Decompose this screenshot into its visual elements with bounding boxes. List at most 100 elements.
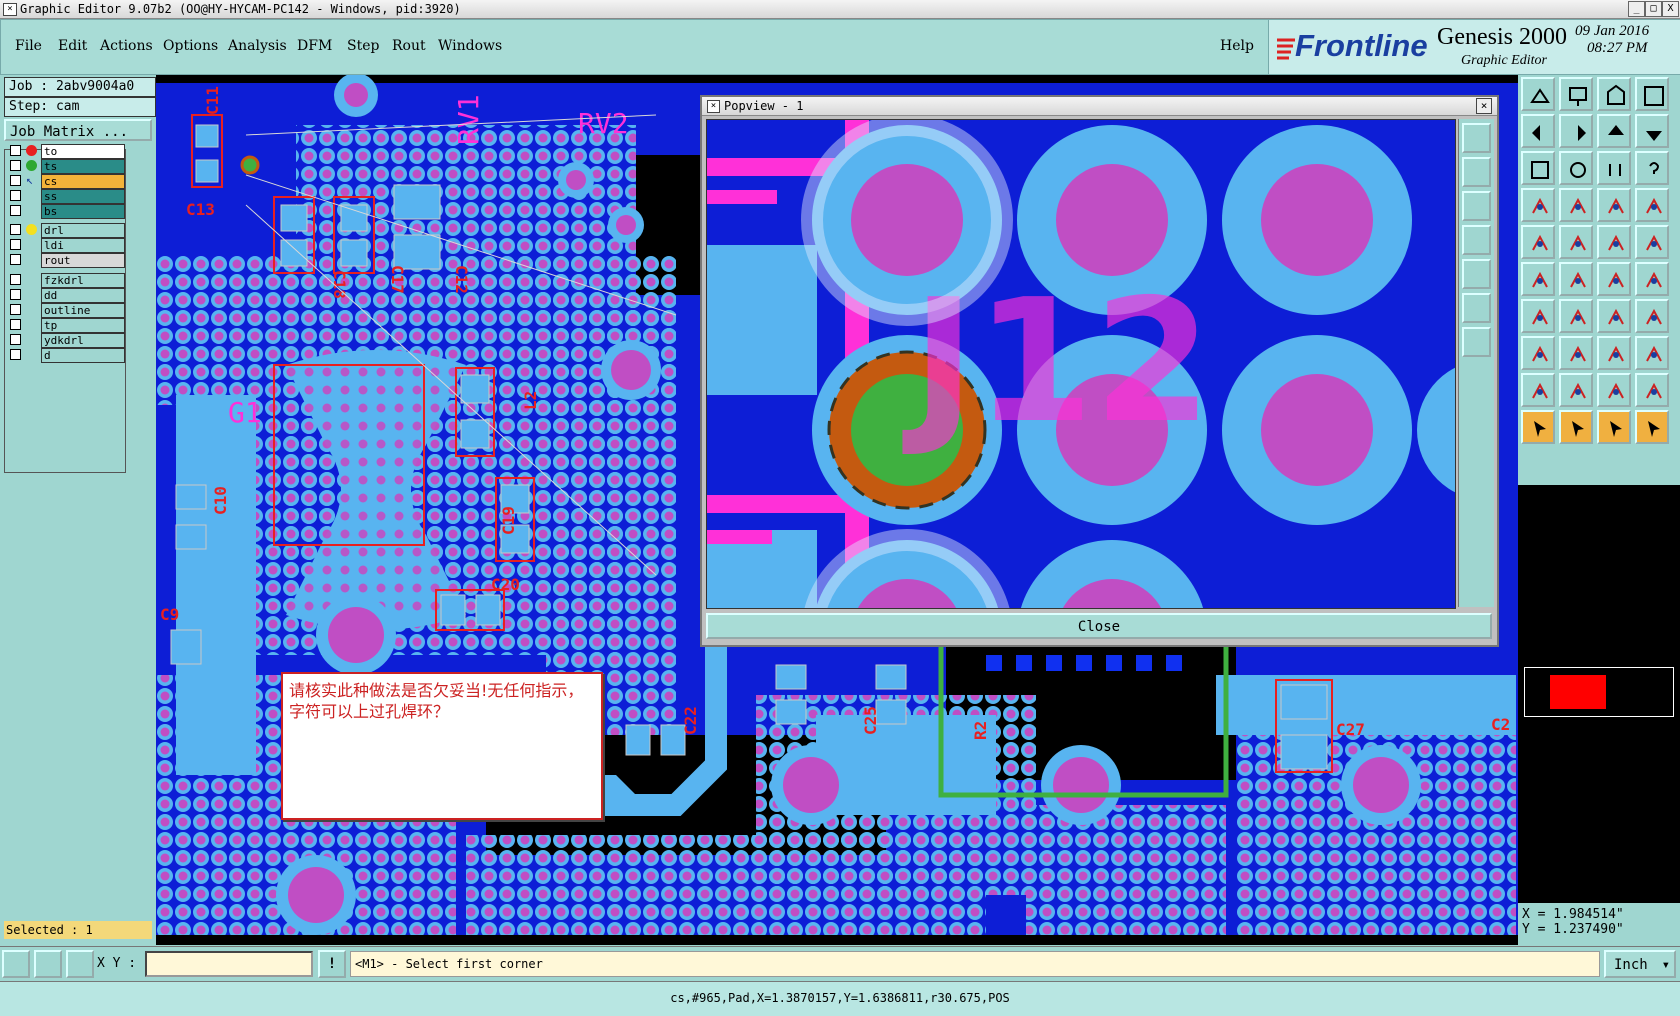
layer-checkbox[interactable] (10, 254, 21, 265)
measure-icon[interactable] (1521, 188, 1555, 222)
layer-checkbox[interactable] (10, 319, 21, 330)
popview-zoom-home-icon[interactable] (1462, 123, 1491, 153)
layer-name[interactable]: rout (41, 253, 125, 268)
layer-row-ss[interactable]: ss (10, 189, 125, 204)
pointer-box-icon[interactable] (1597, 410, 1631, 444)
net-icon[interactable] (1521, 262, 1555, 296)
menu-dfm[interactable]: DFM (297, 38, 332, 54)
pan-up-icon[interactable] (1597, 114, 1631, 148)
popview-center-icon[interactable] (1462, 327, 1491, 357)
layer-name[interactable]: fzkdrl (41, 273, 125, 288)
layers-snap-icon[interactable] (1635, 188, 1669, 222)
zoom-window-icon[interactable] (1521, 151, 1555, 185)
layer-checkbox[interactable] (10, 239, 21, 250)
layer-row-drl[interactable]: drl (10, 223, 125, 238)
flip-icon[interactable] (1597, 336, 1631, 370)
pan-left-icon[interactable] (1521, 114, 1555, 148)
pointer-icon[interactable] (1521, 410, 1555, 444)
pointer-path-icon[interactable] (1635, 410, 1669, 444)
grid-icon[interactable] (1559, 188, 1593, 222)
layer-name[interactable]: dd (41, 288, 125, 303)
menu-options[interactable]: Options (163, 38, 218, 54)
close-window-button[interactable]: X (1662, 1, 1679, 17)
exclaim-button[interactable]: ! (318, 950, 346, 978)
move-icon[interactable] (1559, 336, 1593, 370)
triangle-d-icon[interactable] (1635, 373, 1669, 407)
layer-row-cs[interactable]: ↖ cs (10, 174, 125, 189)
ruler-icon[interactable] (1597, 225, 1631, 259)
layer-checkbox[interactable] (10, 160, 21, 171)
one-to-one-icon[interactable] (1597, 151, 1631, 185)
layer-row-ts[interactable]: ts (10, 159, 125, 174)
menu-analysis[interactable]: Analysis (228, 38, 287, 54)
layer-row-to[interactable]: to (10, 144, 125, 159)
grid-mode-icon[interactable] (66, 950, 94, 978)
layer-name[interactable]: ydkdrl (41, 333, 125, 348)
layer-checkbox[interactable] (10, 190, 21, 201)
menu-file[interactable]: File (15, 38, 42, 54)
layer-row-ldi[interactable]: ldi (10, 238, 125, 253)
pan-right-icon[interactable] (1559, 114, 1593, 148)
layer-row-rout[interactable]: rout (10, 253, 125, 268)
zoom-home-icon[interactable] (1521, 77, 1555, 111)
text-icon[interactable] (1635, 299, 1669, 333)
popview-zoom-out-icon[interactable] (1462, 191, 1491, 221)
menu-step[interactable]: Step (347, 38, 379, 54)
select-poly-icon[interactable] (1559, 225, 1593, 259)
popview-pan-left-icon[interactable] (1462, 225, 1491, 255)
layer-name[interactable]: to (41, 144, 125, 159)
route-icon[interactable] (1635, 262, 1669, 296)
layer-name[interactable]: ts (41, 159, 125, 174)
zoom-center-icon[interactable] (1559, 151, 1593, 185)
triangle-c-icon[interactable] (1597, 373, 1631, 407)
layer-checkbox[interactable] (10, 224, 21, 235)
help-icon[interactable] (1635, 151, 1669, 185)
layer-row-outline[interactable]: outline (10, 303, 125, 318)
layer-name[interactable]: ldi (41, 238, 125, 253)
layer-checkbox[interactable] (10, 145, 21, 156)
popview-fit-icon[interactable] (1462, 293, 1491, 323)
job-matrix-button[interactable]: Job Matrix ... (4, 119, 152, 141)
overview-map[interactable] (1518, 485, 1680, 903)
line-icon[interactable] (1521, 299, 1555, 333)
menu-help[interactable]: Help (1220, 38, 1254, 54)
minimize-button[interactable]: _ (1628, 1, 1645, 17)
group-icon[interactable] (1635, 336, 1669, 370)
layer-checkbox[interactable] (10, 334, 21, 345)
layer-name[interactable]: tp (41, 318, 125, 333)
fill-circle-icon[interactable] (1635, 225, 1669, 259)
layer-row-dd[interactable]: dd (10, 288, 125, 303)
popview-canvas[interactable]: J12 (706, 119, 1456, 609)
layer-name[interactable]: drl (41, 223, 125, 238)
layer-row-bs[interactable]: bs (10, 204, 125, 219)
menu-rout[interactable]: Rout (392, 38, 426, 54)
layer-checkbox[interactable] (10, 289, 21, 300)
pointer-selected-icon[interactable] (1559, 410, 1593, 444)
xy-input[interactable] (145, 951, 313, 977)
layer-name[interactable]: bs (41, 204, 125, 219)
menu-edit[interactable]: Edit (58, 38, 87, 54)
diagonal-icon[interactable] (1559, 299, 1593, 333)
measure-mode-icon[interactable] (34, 950, 62, 978)
layer-row-ydkdrl[interactable]: ydkdrl (10, 333, 125, 348)
units-dropdown[interactable]: Inch ▾ (1604, 950, 1676, 978)
layer-name[interactable]: ss (41, 189, 125, 204)
zoom-fit-icon[interactable] (1597, 77, 1631, 111)
layer-checkbox[interactable] (10, 205, 21, 216)
arc-icon[interactable] (1597, 299, 1631, 333)
popview-zoom-in-icon[interactable] (1462, 157, 1491, 187)
layer-checkbox[interactable] (10, 349, 21, 360)
pan-down-icon[interactable] (1635, 114, 1669, 148)
split-icon[interactable] (1521, 336, 1555, 370)
maximize-button[interactable]: □ (1645, 1, 1662, 17)
layer-name[interactable]: outline (41, 303, 125, 318)
popview-zoomed-drawing[interactable]: J12 (707, 120, 1455, 608)
layer-checkbox[interactable] (10, 304, 21, 315)
triangle-a-icon[interactable] (1521, 373, 1555, 407)
layer-row-fzkdrl[interactable]: fzkdrl (10, 273, 125, 288)
menu-actions[interactable]: Actions (100, 38, 153, 54)
select-square-icon[interactable] (1521, 225, 1555, 259)
menu-windows[interactable]: Windows (438, 38, 502, 54)
zoom-back-icon[interactable] (1635, 77, 1669, 111)
layer-checkbox[interactable] (10, 175, 21, 186)
